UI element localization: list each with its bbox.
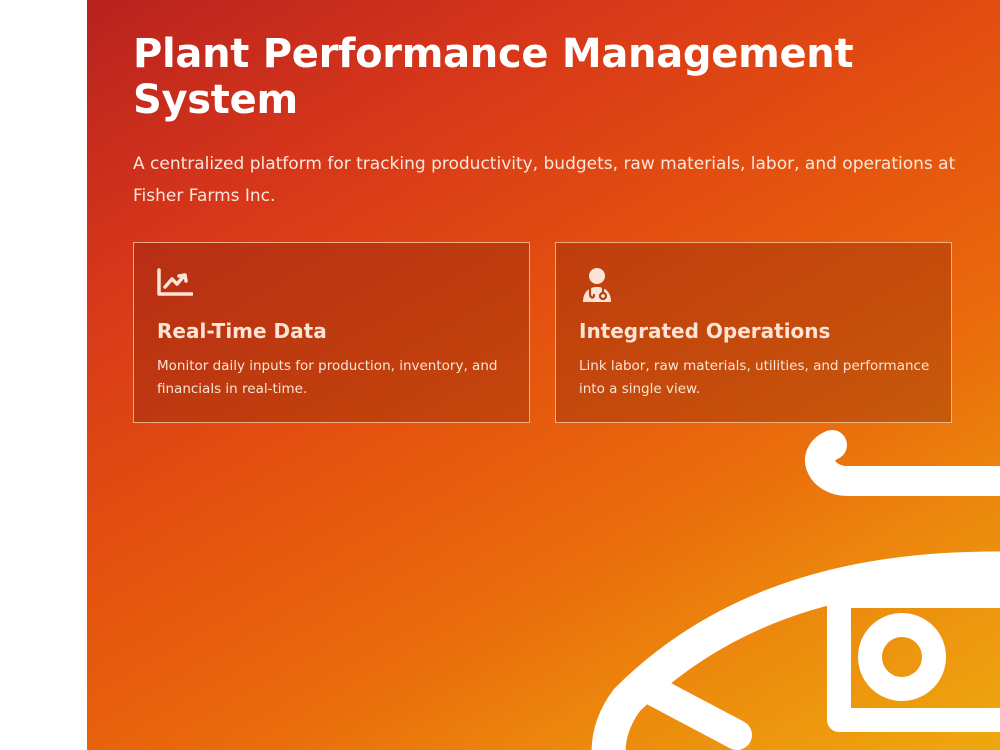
page: Plant Performance Management System A ce… <box>0 0 1000 750</box>
feature-card-real-time-data: Real-Time Data Monitor daily inputs for … <box>133 242 530 423</box>
user-doctor-icon <box>579 267 615 303</box>
left-sidebar-area <box>0 0 87 750</box>
feature-title: Real-Time Data <box>157 319 327 343</box>
feature-description: Link labor, raw materials, utilities, an… <box>579 358 930 397</box>
trending-chart-icon <box>157 267 194 303</box>
feature-title: Integrated Operations <box>579 319 831 343</box>
page-subtitle: A centralized platform for tracking prod… <box>133 154 956 206</box>
page-title: Plant Performance Management System <box>133 31 854 123</box>
hero-section: Plant Performance Management System A ce… <box>87 0 1000 750</box>
feature-card-integrated-operations: Integrated Operations Link labor, raw ma… <box>555 242 952 423</box>
feature-description: Monitor daily inputs for production, inv… <box>157 358 498 397</box>
